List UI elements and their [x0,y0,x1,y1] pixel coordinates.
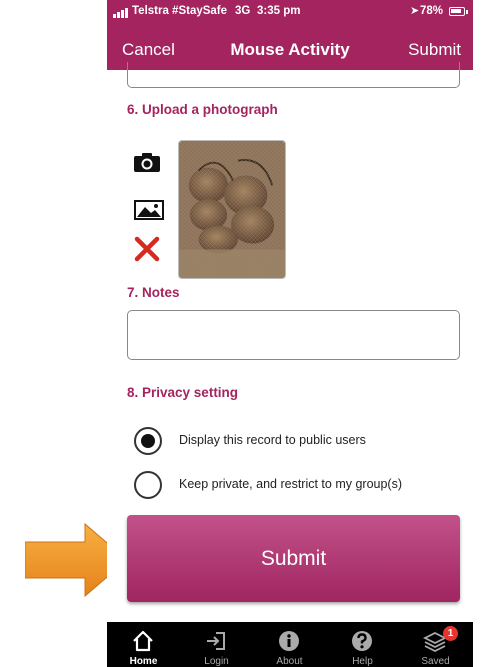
phone-screen: Telstra #StaySafe 3G 3:35 pm ➤ 78% Cance… [107,0,473,667]
tab-label: Help [352,656,373,667]
tab-label: Home [129,656,158,667]
tab-help[interactable]: Help [326,622,399,667]
battery-icon [449,7,465,16]
status-time: 3:35 pm [257,5,301,17]
radio-label-private: Keep private, and restrict to my group(s… [179,477,403,491]
tab-about[interactable]: About [253,622,326,667]
tab-saved[interactable]: 1 Saved [399,622,472,667]
tab-home[interactable]: Home [107,622,180,667]
radio-public[interactable] [134,427,162,455]
battery-percent: 78% [420,5,444,17]
help-icon [352,631,372,651]
location-icon: ➤ [410,5,420,17]
tab-label: Saved [421,656,450,667]
tab-label: About [276,656,303,667]
saved-count-badge: 1 [443,626,458,641]
battery-tip [466,10,468,14]
login-icon [207,632,225,650]
upload-section-label: 6. Upload a photograph [127,102,278,117]
camera-icon[interactable] [134,152,160,172]
status-bar: Telstra #StaySafe 3G 3:35 pm ➤ 78% [107,0,473,24]
info-icon [279,631,299,651]
nav-submit-button[interactable]: Submit [408,40,461,60]
network-type: 3G [235,5,251,17]
nav-bar: Cancel Mouse Activity Submit [107,30,473,66]
signal-icon [113,8,128,18]
tab-login[interactable]: Login [180,622,253,667]
tab-bar: Home Login About Help 1 Saved [107,622,473,667]
delete-photo-icon[interactable] [134,236,160,262]
radio-label-public: Display this record to public users [179,433,366,447]
privacy-section-label: 8. Privacy setting [127,385,239,400]
submit-button[interactable]: Submit [127,515,460,602]
radio-private[interactable] [134,471,162,499]
previous-field[interactable] [127,62,460,88]
photo-thumbnail[interactable] [178,140,286,279]
carrier-name: Telstra #StaySafe [132,5,228,17]
notes-input[interactable] [127,310,460,360]
image-gallery-icon[interactable] [134,200,164,220]
notes-section-label: 7. Notes [127,285,180,300]
top-bar: Telstra #StaySafe 3G 3:35 pm ➤ 78% Cance… [107,0,473,70]
tab-label: Login [204,656,229,667]
home-icon [133,630,153,652]
